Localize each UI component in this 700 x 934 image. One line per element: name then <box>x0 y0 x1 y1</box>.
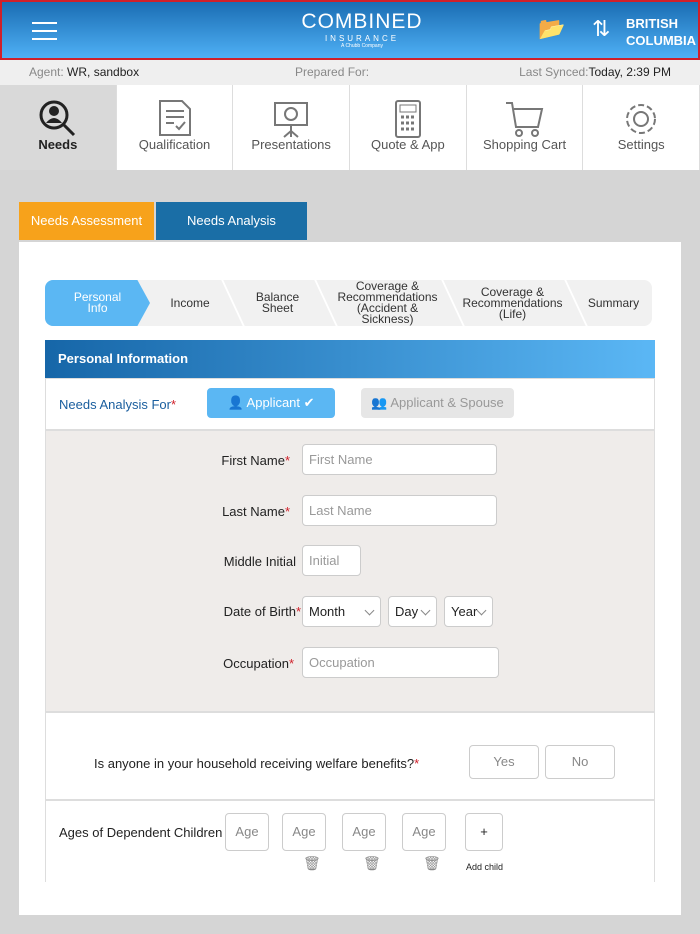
middle-initial-label: Middle Initial <box>223 554 296 569</box>
agent-value: WR, sandbox <box>67 65 140 79</box>
welfare-yes-button[interactable]: Yes <box>469 745 539 779</box>
logo-tag: A Chubb Company <box>341 43 383 49</box>
content-panel: Personal Info Income Balance Sheet Cover… <box>19 242 681 915</box>
synced-label: Last Synced: <box>519 65 589 79</box>
step-label: Summary <box>587 295 640 310</box>
sync-arrows-icon[interactable]: ⇅ <box>592 16 610 42</box>
nav-needs[interactable]: Needs <box>0 85 117 170</box>
calculator-icon <box>350 85 466 138</box>
nav-label: Settings <box>617 137 665 152</box>
gear-icon <box>583 85 699 137</box>
province-line2: COLUMBIA <box>626 33 697 48</box>
first-name-input[interactable]: First Name <box>302 444 497 475</box>
prepared-for-label: Prepared For: <box>295 65 370 79</box>
folder-download-icon[interactable]: 📂 <box>538 16 565 42</box>
logo: COMBINED INSURANCE A Chubb Company <box>272 10 452 49</box>
step-label: Coverage & Recommendations (Accident & S… <box>337 280 438 326</box>
step-personal-info[interactable]: Personal Info <box>45 280 150 326</box>
info-bar: Agent: WR, sandbox Prepared For: Last Sy… <box>0 60 700 85</box>
first-name-label: First Name <box>221 453 285 468</box>
occupation-label: Occupation <box>223 656 289 671</box>
trash-icon[interactable]: 🗑 <box>423 855 441 872</box>
applicant-spouse-label: Applicant & Spouse <box>390 395 504 410</box>
step-label: Income <box>170 295 210 310</box>
add-child-label: Add child <box>466 862 504 872</box>
year-select[interactable]: Year <box>444 596 493 627</box>
middle-initial-input[interactable]: Initial <box>302 545 361 576</box>
welfare-row: Is anyone in your household receiving we… <box>45 712 655 800</box>
nav-label: Shopping Cart <box>482 137 567 152</box>
child-age-input[interactable]: Age <box>282 813 326 851</box>
nav-settings[interactable]: Settings <box>583 85 700 170</box>
nav-label: Quote & App <box>370 137 445 152</box>
step-summary[interactable]: Summary <box>575 280 652 326</box>
hamburger-menu-icon[interactable] <box>32 22 57 40</box>
shopping-cart-icon <box>467 85 583 137</box>
day-select[interactable]: Day <box>388 596 437 627</box>
presentation-board-icon <box>233 85 349 138</box>
main-nav: Needs Qualification Presentations Quote … <box>0 85 700 170</box>
child-age-input[interactable]: Age <box>342 813 386 851</box>
welfare-question: Is anyone in your household receiving we… <box>94 756 415 771</box>
nav-qualification[interactable]: Qualification <box>116 85 234 170</box>
add-child-button[interactable]: + <box>465 813 503 851</box>
trash-icon[interactable]: 🗑 <box>363 855 381 872</box>
last-name-label: Last Name <box>222 504 285 519</box>
welfare-no-button[interactable]: No <box>545 745 615 779</box>
step-label: Coverage & Recommendations (Life) <box>462 284 563 321</box>
person-search-icon <box>0 85 116 137</box>
progress-stepper: Personal Info Income Balance Sheet Cover… <box>45 280 652 326</box>
personal-form: First Name* First Name Last Name* Last N… <box>45 430 655 712</box>
agent-label: Agent: <box>29 65 64 79</box>
nav-label: Needs <box>38 137 78 152</box>
nav-quote-app[interactable]: Quote & App <box>350 85 467 170</box>
nav-label: Presentations <box>251 137 331 152</box>
occupation-input[interactable]: Occupation <box>302 647 499 678</box>
children-row: Ages of Dependent Children Age Age Age A… <box>45 800 655 882</box>
needs-for-label: Needs Analysis For <box>59 397 171 412</box>
applicant-button[interactable]: 👤 Applicant ✔ <box>207 388 335 418</box>
province[interactable]: BRITISH COLUMBIA <box>626 15 696 49</box>
applicant-label: Applicant <box>246 395 301 410</box>
logo-main: COMBINED <box>301 10 423 33</box>
app-header: COMBINED INSURANCE A Chubb Company 📂 ⇅ B… <box>0 0 700 60</box>
step-coverage-as[interactable]: Coverage & Recommendations (Accident & S… <box>325 280 450 326</box>
child-age-input[interactable]: Age <box>402 813 446 851</box>
last-name-input[interactable]: Last Name <box>302 495 497 526</box>
step-label: Balance Sheet <box>255 290 300 315</box>
document-check-icon <box>117 85 233 137</box>
nav-presentations[interactable]: Presentations <box>233 85 351 170</box>
nav-label: Qualification <box>138 137 211 152</box>
nav-shopping-cart[interactable]: Shopping Cart <box>466 85 584 170</box>
logo-sub: INSURANCE <box>324 34 400 43</box>
province-line1: BRITISH <box>626 16 678 31</box>
trash-icon[interactable]: 🗑 <box>303 855 321 872</box>
child-age-input[interactable]: Age <box>225 813 269 851</box>
synced-value: Today, 2:39 PM <box>588 65 672 79</box>
section-header: Personal Information <box>45 340 655 378</box>
tab-bar: Needs Assessment Needs Analysis <box>19 202 307 240</box>
applicant-spouse-button[interactable]: 👥 Applicant & Spouse <box>361 388 514 418</box>
dob-label: Date of Birth <box>223 604 296 619</box>
tab-needs-assessment[interactable]: Needs Assessment <box>19 202 154 240</box>
children-label: Ages of Dependent Children <box>59 825 223 840</box>
needs-for-row: Needs Analysis For* 👤 Applicant ✔ 👥 Appl… <box>45 378 655 430</box>
step-label: Personal Info <box>73 290 122 315</box>
tab-needs-analysis[interactable]: Needs Analysis <box>156 202 307 240</box>
month-select[interactable]: Month <box>302 596 381 627</box>
